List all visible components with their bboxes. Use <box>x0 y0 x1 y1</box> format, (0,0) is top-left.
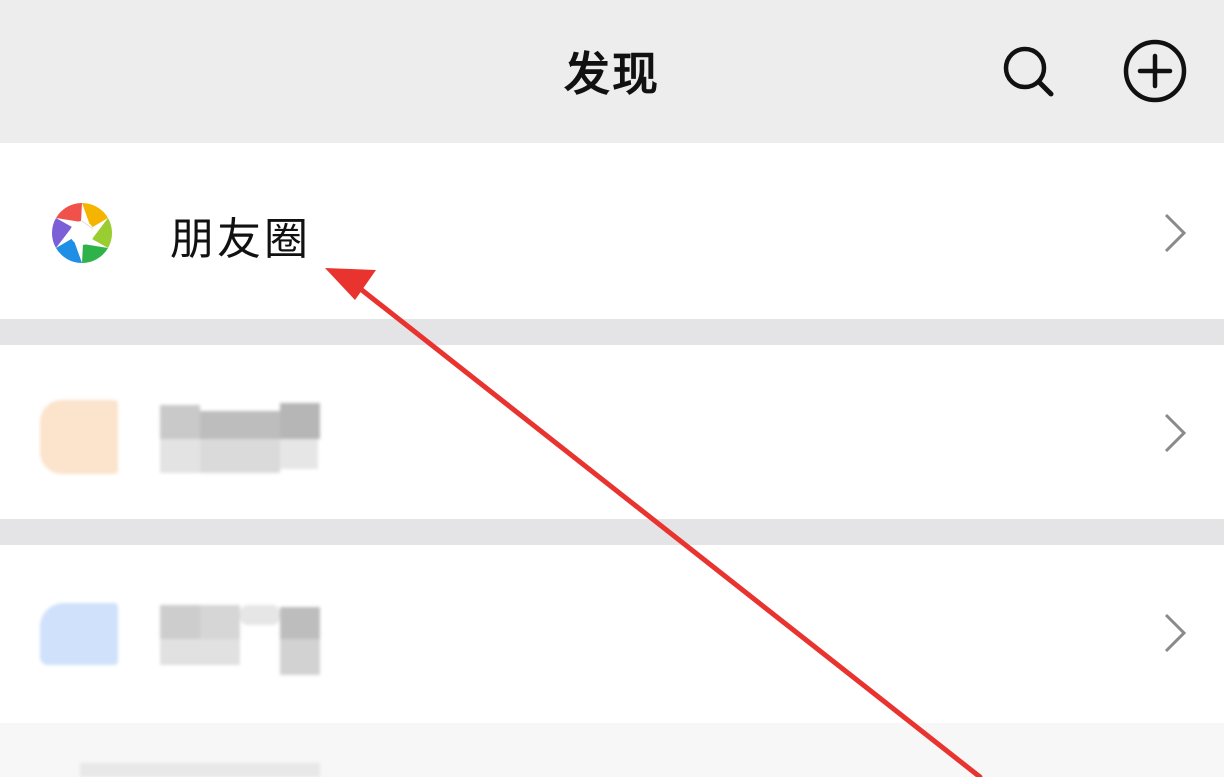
section-divider <box>0 519 1224 545</box>
list-item-moments[interactable]: 朋友圈 <box>0 143 1224 319</box>
list-item-blurred-2[interactable] <box>0 545 1224 723</box>
search-icon <box>1003 46 1054 97</box>
moments-aperture-icon <box>51 203 113 263</box>
search-button[interactable] <box>993 36 1063 106</box>
blurred-label <box>160 603 320 675</box>
chevron-right-icon <box>1164 613 1187 653</box>
chevron-right-icon <box>1164 213 1187 253</box>
moments-label: 朋友圈 <box>170 214 311 265</box>
section-divider <box>0 319 1224 345</box>
plus-circle-icon <box>1123 39 1187 103</box>
blurred-label <box>80 763 320 777</box>
blurred-label <box>160 401 320 473</box>
blurred-icon <box>40 603 118 665</box>
list-item-partial[interactable] <box>0 723 1224 777</box>
header-bar: 发现 <box>0 0 1224 143</box>
blurred-icon <box>40 400 118 474</box>
chevron-right-icon <box>1164 413 1187 453</box>
list-item-blurred-1[interactable] <box>0 345 1224 519</box>
add-button[interactable] <box>1120 36 1190 106</box>
